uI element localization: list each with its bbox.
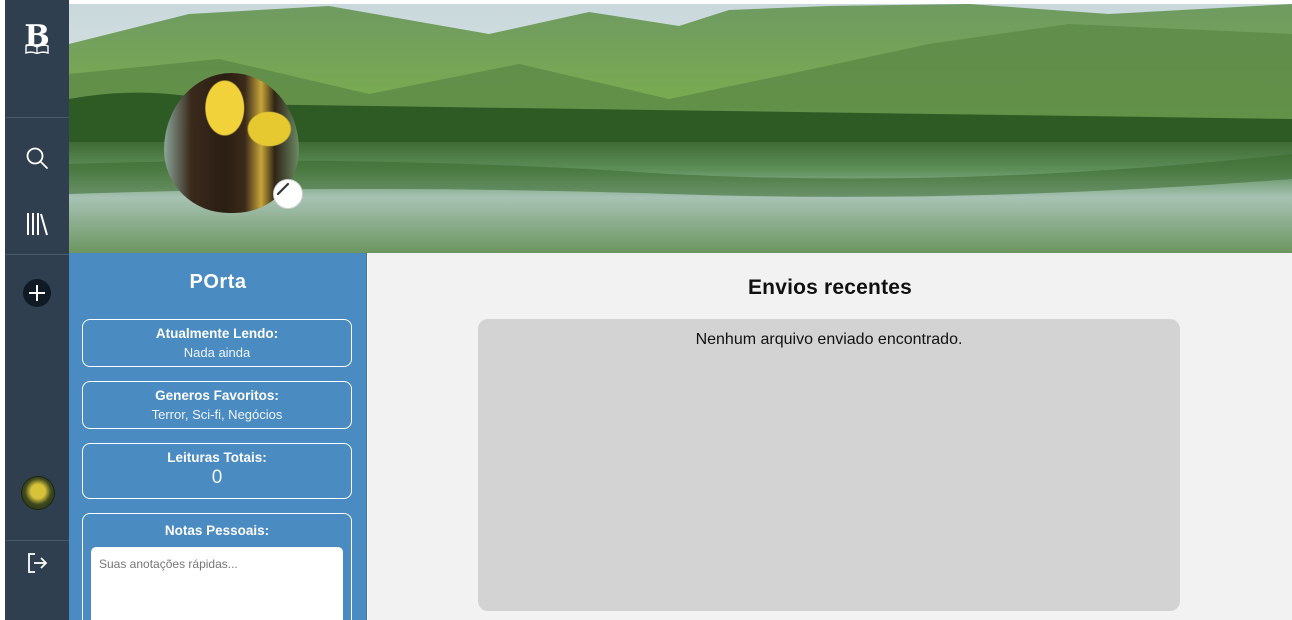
- personal-notes-card: Notas Pessoais:: [82, 513, 352, 620]
- personal-notes-input[interactable]: [91, 547, 343, 620]
- currently-reading-card: Atualmente Lendo: Nada ainda: [82, 319, 352, 367]
- total-reads-label: Leituras Totais:: [167, 450, 267, 465]
- currently-reading-label: Atualmente Lendo:: [155, 326, 279, 341]
- add-icon: [23, 279, 51, 307]
- recent-uploads-title: Envios recentes: [747, 276, 913, 299]
- recent-uploads-list: Nenhum arquivo enviado encontrado.: [478, 319, 1180, 611]
- main-content: Envios recentes Nenhum arquivo enviado e…: [368, 253, 1292, 620]
- total-reads-value: 0: [211, 467, 223, 488]
- total-reads-card: Leituras Totais: 0: [82, 443, 352, 499]
- profile-username: POrta: [189, 271, 247, 293]
- favorite-genres-label: Generos Favoritos:: [155, 388, 279, 403]
- edit-photo-button[interactable]: [273, 179, 303, 209]
- nav-search-button[interactable]: [5, 136, 69, 180]
- library-icon: [27, 213, 48, 236]
- logout-icon: [28, 553, 48, 573]
- nav-add-button[interactable]: [5, 271, 69, 315]
- currently-reading-value: Nada ainda: [183, 345, 251, 360]
- profile-banner: [69, 4, 1292, 253]
- nav-library-button[interactable]: [5, 202, 69, 246]
- logout-button[interactable]: [5, 541, 69, 585]
- favorite-genres-value: Terror, Sci-fi, Negócios: [151, 407, 283, 422]
- user-avatar[interactable]: [21, 476, 55, 510]
- empty-uploads-message: Nenhum arquivo enviado encontrado.: [695, 331, 963, 348]
- personal-notes-label: Notas Pessoais:: [164, 523, 270, 538]
- profile-panel: POrta Atualmente Lendo: Nada ainda Gener…: [69, 253, 367, 620]
- book-icon: [25, 44, 49, 54]
- app-logo[interactable]: B: [5, 0, 69, 118]
- pencil-icon: [276, 182, 290, 196]
- favorite-genres-card: Generos Favoritos: Terror, Sci-fi, Negóc…: [82, 381, 352, 429]
- sidebar-nav: B: [5, 0, 69, 620]
- nav-divider: [5, 254, 69, 255]
- logo-letter: B: [24, 19, 50, 54]
- search-icon: [26, 147, 48, 169]
